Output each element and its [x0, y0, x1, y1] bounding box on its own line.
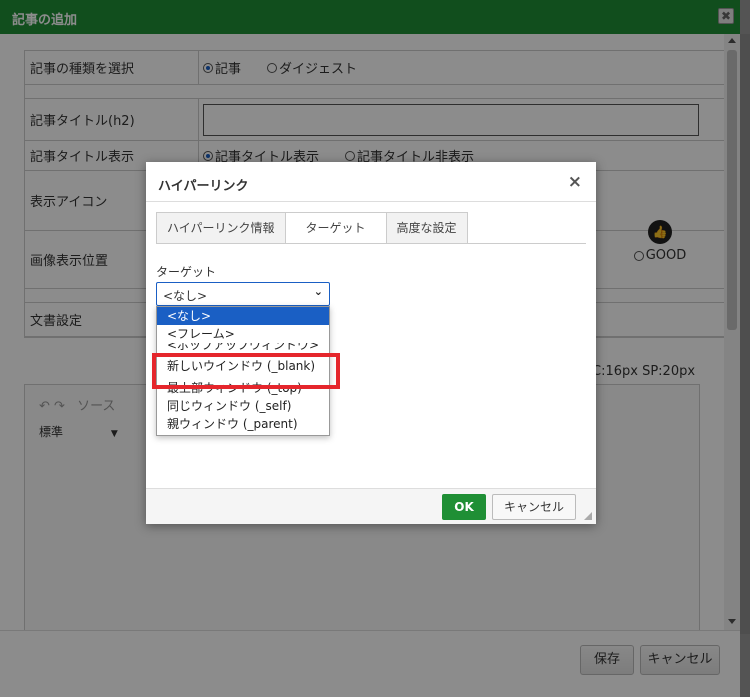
tab-advanced[interactable]: 高度な設定 — [385, 212, 468, 244]
option-self[interactable]: 同じウィンドウ (_self) — [157, 397, 329, 415]
tab-target[interactable]: ターゲット — [284, 212, 387, 244]
option-parent[interactable]: 親ウィンドウ (_parent) — [157, 415, 329, 433]
target-label: ターゲット — [156, 265, 217, 279]
hyperlink-dialog-footer: OK キャンセル — [146, 488, 596, 524]
close-icon[interactable]: × — [568, 172, 582, 192]
target-select[interactable]: <なし> ⌄ — [156, 282, 330, 306]
hyperlink-dialog: ハイパーリンク × ハイパーリンク情報 ターゲット 高度な設定 ターゲット <な… — [146, 162, 596, 524]
cancel-button[interactable]: キャンセル — [492, 494, 576, 520]
hyperlink-tabs: ハイパーリンク情報 ターゲット 高度な設定 — [156, 212, 468, 244]
option-none[interactable]: <なし> — [157, 307, 329, 325]
option-popup[interactable]: <ポップアップウィンドウ> — [157, 343, 329, 353]
resize-handle-icon[interactable] — [584, 512, 592, 520]
tab-link-info[interactable]: ハイパーリンク情報 — [156, 212, 286, 244]
hyperlink-dialog-title: ハイパーリンク — [146, 162, 596, 202]
option-frame[interactable]: <フレーム> — [157, 325, 329, 343]
annotation-highlight-box — [152, 353, 340, 389]
ok-button[interactable]: OK — [442, 494, 486, 520]
target-dropdown-list: <なし> <フレーム> <ポップアップウィンドウ> 新しいウインドウ (_bla… — [152, 306, 340, 436]
chevron-down-icon: ⌄ — [313, 285, 323, 298]
